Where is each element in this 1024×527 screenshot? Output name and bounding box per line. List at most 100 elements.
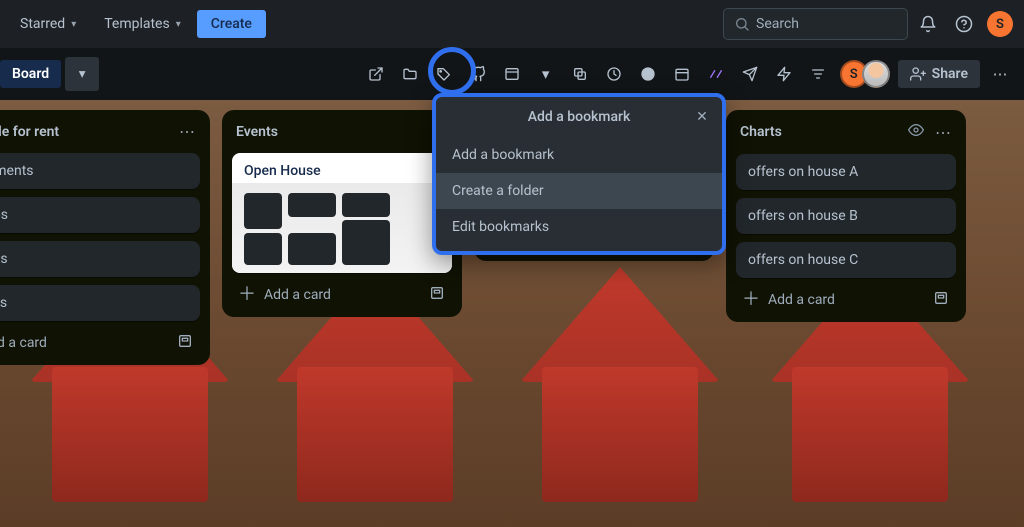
app-header: Starred ▾ Templates ▾ Create Search S (0, 0, 1024, 48)
close-icon: ✕ (696, 109, 708, 125)
templates-label: Templates (104, 16, 170, 32)
chevron-down-icon: ▾ (542, 65, 550, 83)
templates-menu[interactable]: Templates ▾ (92, 10, 193, 38)
add-card-button[interactable]: ＋ Add a card (0, 335, 47, 351)
folder-icon (402, 66, 418, 82)
popover-items: Add a bookmark Create a folder Edit book… (436, 135, 722, 251)
board-view-label: Board (12, 66, 49, 82)
search-input[interactable]: Search (723, 8, 908, 40)
list-menu-button[interactable]: ⋯ (179, 122, 196, 141)
more-icon: ⋯ (993, 65, 1008, 83)
add-card-label: Add a card (768, 292, 835, 308)
list-card[interactable]: offers on house C (736, 242, 956, 278)
list-card[interactable]: Studios (0, 285, 200, 321)
board-powerups-bar: ▾ S Share ⋯ (360, 58, 1016, 90)
dropdown-button[interactable]: ▾ (530, 58, 562, 90)
board-view-switcher[interactable]: ▾ (65, 57, 99, 91)
chevron-down-icon: ▾ (79, 67, 86, 82)
board-more-button[interactable]: ⋯ (984, 58, 1016, 90)
popover-title: Add a bookmark ✕ (436, 97, 722, 135)
clock-icon (606, 66, 622, 82)
list-card[interactable]: Apartments (0, 153, 200, 189)
copy-icon (572, 66, 588, 82)
eye-icon (908, 122, 924, 138)
share-button[interactable]: Share (898, 60, 980, 88)
board-view-button[interactable]: Board (0, 60, 61, 88)
list-title[interactable]: Charts (740, 124, 782, 140)
account-avatar[interactable]: S (984, 8, 1016, 40)
add-card-label: Add a card (0, 335, 47, 351)
chevron-down-icon: ▾ (176, 19, 181, 30)
user-plus-icon (910, 66, 926, 82)
list-card[interactable]: Condos (0, 197, 200, 233)
bell-icon (919, 15, 937, 33)
search-placeholder: Search (756, 16, 799, 32)
add-card-button[interactable]: ＋ Add a card (238, 287, 331, 303)
card-cover (232, 183, 452, 273)
popover-close-button[interactable]: ✕ (690, 105, 714, 129)
plus-icon: ＋ (238, 288, 256, 302)
info-icon (640, 66, 656, 82)
bolt-icon (776, 66, 792, 82)
tag-icon (436, 66, 452, 82)
search-icon (734, 16, 750, 32)
popover-title-text: Add a bookmark (528, 109, 631, 125)
template-icon (177, 333, 193, 349)
popover-item-create-folder[interactable]: Create a folder (436, 173, 722, 209)
template-icon (933, 290, 949, 306)
filter-icon (810, 66, 826, 82)
avatar-initial: S (987, 11, 1013, 37)
share-label: Share (932, 66, 968, 82)
info-button[interactable] (632, 58, 664, 90)
help-icon (955, 15, 973, 33)
add-card-button[interactable]: ＋ Add a card (742, 292, 835, 308)
external-link-icon (368, 66, 384, 82)
plus-icon: ＋ (742, 293, 760, 307)
board-members: S (840, 60, 890, 88)
list-card[interactable]: Houses (0, 241, 200, 277)
card-title: Open House (232, 153, 452, 183)
github-icon (470, 66, 486, 82)
list-available-for-rent: Available for rent ⋯ Apartments Condos H… (0, 110, 210, 365)
automation-button[interactable] (768, 58, 800, 90)
list-charts: Charts ⋯ offers on house A offers on hou… (726, 110, 966, 322)
add-card-label: Add a card (264, 287, 331, 303)
starred-menu[interactable]: Starred ▾ (8, 10, 88, 38)
copy-button[interactable] (564, 58, 596, 90)
popover-item-add-bookmark[interactable]: Add a bookmark (436, 137, 722, 173)
starred-label: Starred (20, 16, 65, 32)
chevron-down-icon: ▾ (71, 19, 76, 30)
list-card[interactable]: offers on house A (736, 154, 956, 190)
watch-icon[interactable] (907, 122, 925, 142)
card-template-button[interactable] (428, 285, 446, 305)
panel-button[interactable] (496, 58, 528, 90)
bookmark-button[interactable] (428, 58, 460, 90)
help-button[interactable] (948, 8, 980, 40)
card-template-button[interactable] (932, 290, 950, 310)
github-button[interactable] (462, 58, 494, 90)
open-external-button[interactable] (360, 58, 392, 90)
create-button[interactable]: Create (197, 10, 266, 38)
send-button[interactable] (734, 58, 766, 90)
time-button[interactable] (598, 58, 630, 90)
send-icon (742, 66, 758, 82)
bookmark-popover: Add a bookmark ✕ Add a bookmark Create a… (432, 93, 726, 255)
list-title[interactable]: Events (236, 124, 278, 140)
card-template-button[interactable] (176, 333, 194, 353)
popover-item-edit-bookmarks[interactable]: Edit bookmarks (436, 209, 722, 245)
list-card[interactable]: Open House (232, 153, 452, 273)
template-icon (429, 285, 445, 301)
list-menu-button[interactable]: ⋯ (935, 123, 952, 142)
list-events: Events ⋯ Open House ＋ Add a card (222, 110, 462, 317)
member-avatar-2[interactable] (862, 60, 890, 88)
list-card[interactable]: offers on house B (736, 198, 956, 234)
list-title[interactable]: Available for rent (0, 124, 59, 140)
calendar-icon (674, 66, 690, 82)
notifications-button[interactable] (912, 8, 944, 40)
filter-button[interactable] (802, 58, 834, 90)
vs-button[interactable] (700, 58, 732, 90)
folder-button[interactable] (394, 58, 426, 90)
panel-icon (504, 66, 520, 82)
vs-icon (708, 66, 724, 82)
calendar-button[interactable] (666, 58, 698, 90)
